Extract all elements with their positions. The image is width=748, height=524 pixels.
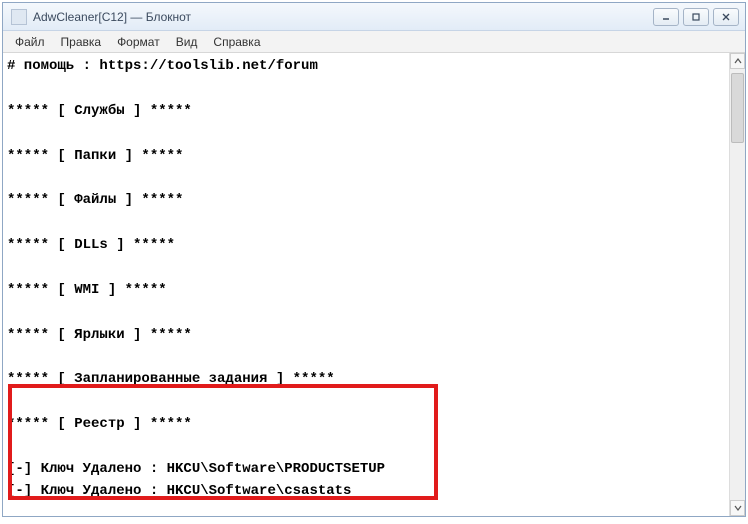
menu-view[interactable]: Вид: [168, 33, 206, 51]
app-icon: [11, 9, 27, 25]
scroll-up-button[interactable]: [730, 53, 745, 69]
text-editor[interactable]: # помощь : https://toolslib.net/forum **…: [3, 53, 729, 516]
menu-format[interactable]: Формат: [109, 33, 168, 51]
maximize-icon: [691, 12, 701, 22]
chevron-up-icon: [733, 56, 743, 66]
content-area: # помощь : https://toolslib.net/forum **…: [3, 53, 745, 516]
minimize-icon: [661, 12, 671, 22]
notepad-window: AdwCleaner[C12] — Блокнот Файл Правка Фо…: [2, 2, 746, 517]
chevron-down-icon: [733, 503, 743, 513]
vertical-scrollbar: [729, 53, 745, 516]
menu-file[interactable]: Файл: [7, 33, 53, 51]
menubar: Файл Правка Формат Вид Справка: [3, 31, 745, 53]
menu-edit[interactable]: Правка: [53, 33, 110, 51]
scrollbar-track[interactable]: [730, 69, 745, 500]
window-controls: [653, 8, 739, 26]
window-title: AdwCleaner[C12] — Блокнот: [33, 10, 653, 24]
titlebar: AdwCleaner[C12] — Блокнот: [3, 3, 745, 31]
scroll-down-button[interactable]: [730, 500, 745, 516]
menu-help[interactable]: Справка: [205, 33, 268, 51]
close-icon: [721, 12, 731, 22]
minimize-button[interactable]: [653, 8, 679, 26]
scrollbar-thumb[interactable]: [731, 73, 744, 143]
close-button[interactable]: [713, 8, 739, 26]
maximize-button[interactable]: [683, 8, 709, 26]
